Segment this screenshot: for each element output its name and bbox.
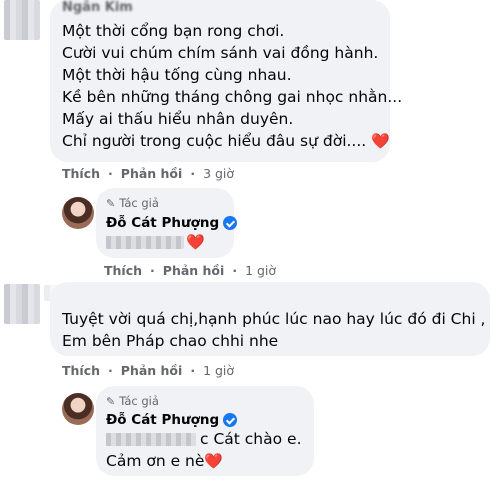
author-avatar[interactable] <box>62 197 94 229</box>
reply-text: ❤️ <box>106 234 205 250</box>
heart-icon: ❤️ <box>371 132 390 150</box>
comment-line: Em bên Pháp chao chhi nhe <box>62 332 279 350</box>
reply-line: c Cát chào e. <box>106 428 302 450</box>
separator: · <box>190 166 196 181</box>
like-button[interactable]: Thích <box>104 263 142 278</box>
reply-button[interactable]: Phản hồi <box>121 166 183 181</box>
comment-bubble: Tuyệt vời quá chị,hạnh phúc lúc nao hay … <box>50 282 490 356</box>
comment-line: Chỉ người trong cuộc hiểu đâu sự đời....… <box>62 130 390 152</box>
reply-author[interactable]: Đỗ Cát Phượng <box>106 412 238 428</box>
comment-line-text: Chỉ người trong cuộc hiểu đâu sự đời.... <box>62 132 367 150</box>
timestamp[interactable]: 1 giờ <box>245 263 276 278</box>
reply-actions: Thích · Phản hồi · 1 giờ <box>104 263 276 278</box>
comment-actions: Thích · Phản hồi · 1 giờ <box>62 363 234 378</box>
comment-line: Tuyệt vời quá chị,hạnh phúc lúc nao hay … <box>62 310 486 328</box>
comment-bubble: Ngân Kim Một thời cổng bạn rong chơi. Cư… <box>50 0 402 162</box>
reply-line: Cảm ơn e nè❤️ <box>106 450 223 472</box>
pencil-icon: ✎ <box>106 196 116 210</box>
commenter-avatar[interactable] <box>4 284 40 324</box>
separator: · <box>108 166 113 181</box>
like-button[interactable]: Thích <box>62 363 100 378</box>
separator: · <box>232 263 238 278</box>
separator: · <box>190 363 196 378</box>
commenter-avatar[interactable] <box>4 0 40 40</box>
reply-line-text: c Cát chào e. <box>200 430 302 448</box>
verified-icon <box>223 216 238 230</box>
comment-actions: Thích · Phản hồi · 3 giờ <box>62 166 234 181</box>
heart-icon: ❤️ <box>204 452 224 470</box>
author-badge: ✎ Tác giả <box>106 196 159 210</box>
pencil-icon: ✎ <box>106 394 116 408</box>
timestamp[interactable]: 3 giờ <box>203 166 234 181</box>
reply-button[interactable]: Phản hồi <box>121 363 183 378</box>
author-badge: ✎ Tác giả <box>106 394 159 408</box>
comment-line: Một thời hậu tống cùng nhau. <box>62 66 292 84</box>
author-name-text[interactable]: Đỗ Cát Phượng <box>106 412 219 428</box>
reply-author[interactable]: Đỗ Cát Phượng <box>106 215 238 231</box>
reply-button[interactable]: Phản hồi <box>163 263 225 278</box>
mention-tag[interactable] <box>106 235 184 249</box>
comment-line: Cười vui chúm chím sánh vai đồng hành. <box>62 44 379 62</box>
comment-line: Mấy ai thấu hiểu nhân duyên. <box>62 110 294 128</box>
comment-author[interactable]: Ngân Kim <box>62 0 133 15</box>
mention-tag[interactable] <box>106 432 196 446</box>
author-badge-label: Tác giả <box>119 196 159 210</box>
comment-line: Kề bên những tháng chông gai nhọc nhằn..… <box>62 88 403 106</box>
author-avatar[interactable] <box>62 393 94 425</box>
reply-bubble: ✎ Tác giả Đỗ Cát Phượng c Cát chào e. Cả… <box>96 386 314 476</box>
separator: · <box>150 263 155 278</box>
heart-icon: ❤️ <box>186 234 205 250</box>
like-button[interactable]: Thích <box>62 166 100 181</box>
separator: · <box>108 363 113 378</box>
reply-bubble: ✎ Tác giả Đỗ Cát Phượng ❤️ <box>96 188 238 258</box>
verified-icon <box>223 413 238 427</box>
comment-line: Một thời cổng bạn rong chơi. <box>62 22 285 40</box>
author-name-text[interactable]: Đỗ Cát Phượng <box>106 215 219 231</box>
timestamp[interactable]: 1 giờ <box>203 363 234 378</box>
reply-line-text: Cảm ơn e nè <box>106 452 205 470</box>
author-badge-label: Tác giả <box>119 394 159 408</box>
